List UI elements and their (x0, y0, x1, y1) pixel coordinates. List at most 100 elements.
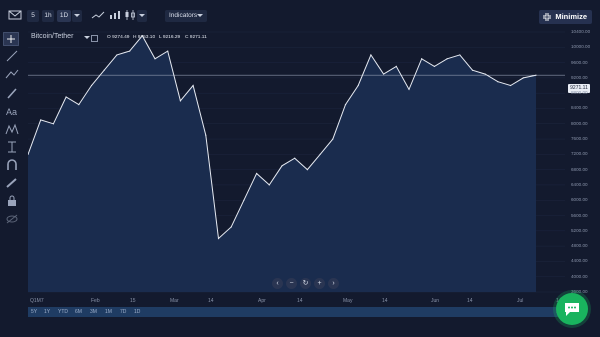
y-tick-label: 4400.00 (571, 258, 588, 264)
brush-icon[interactable] (5, 87, 19, 99)
data-point (421, 58, 423, 60)
data-point (383, 73, 385, 75)
zoom-out-button[interactable]: − (286, 278, 297, 289)
data-point (484, 73, 486, 75)
data-point (306, 169, 308, 171)
data-point (40, 119, 42, 121)
range-6m[interactable]: 6M (75, 308, 82, 316)
pattern-tool-icon[interactable] (5, 123, 19, 135)
range-ytd[interactable]: YTD (58, 308, 68, 316)
data-point (433, 65, 435, 68)
zoom-in-button[interactable]: + (314, 278, 325, 289)
indicators-label: Indicators (169, 12, 198, 19)
pencil-icon[interactable] (5, 177, 19, 189)
data-point (205, 134, 207, 136)
data-point (65, 96, 67, 98)
x-tick-label: Q1M7 (30, 298, 44, 304)
measure-tool-icon[interactable] (5, 141, 19, 153)
x-tick-label: Apr (258, 298, 266, 304)
y-tick-label: 8800.00 (571, 90, 588, 96)
y-tick-label: 5200.00 (571, 227, 588, 233)
data-point (167, 50, 169, 52)
interval-dropdown[interactable] (72, 10, 82, 22)
data-point (230, 226, 232, 228)
drawing-tools-sidebar: Aa (0, 30, 24, 330)
data-point (522, 77, 524, 79)
data-point (294, 157, 296, 159)
interval-5[interactable]: 5 (27, 10, 39, 22)
data-point (510, 84, 512, 87)
y-tick-label: 10000.00 (571, 44, 591, 50)
x-tick-label: 14 (382, 298, 388, 304)
y-tick-label: 6000.00 (571, 197, 588, 203)
hide-drawings-icon[interactable] (5, 213, 19, 225)
data-point (52, 123, 54, 125)
interval-1d[interactable]: 1D (57, 10, 71, 22)
chat-button[interactable] (556, 293, 588, 325)
data-point (281, 165, 283, 167)
chart-type-dropdown[interactable] (137, 10, 147, 22)
data-point (243, 199, 245, 201)
data-point (471, 69, 474, 71)
y-tick-label: 10400.00 (571, 29, 591, 34)
range-1m[interactable]: 1M (105, 308, 112, 316)
mail-icon[interactable] (8, 10, 22, 20)
chat-bubble-icon (565, 303, 579, 316)
line-chart-type-icon[interactable] (91, 10, 105, 20)
chevron-down-icon (197, 14, 203, 17)
data-point (395, 65, 397, 68)
bar-chart-type-icon[interactable] (108, 10, 122, 20)
x-tick-label: Jul (517, 298, 524, 304)
data-point (78, 104, 80, 106)
interval-1h[interactable]: 1h (42, 10, 54, 22)
x-tick-label: May (343, 298, 353, 304)
range-5y[interactable]: 5Y (31, 308, 37, 316)
x-tick-label: 14 (467, 298, 473, 304)
candlestick-type-icon[interactable] (123, 10, 137, 20)
text-tool-icon[interactable]: Aa (5, 105, 19, 117)
y-tick-label: 6800.00 (571, 166, 588, 172)
data-point (446, 58, 448, 60)
lock-icon[interactable] (5, 195, 19, 207)
x-tick-label: 14 (208, 298, 214, 304)
minimize-button[interactable]: Minimize (539, 10, 592, 24)
data-point (90, 84, 93, 87)
trend-line-icon[interactable] (5, 50, 19, 62)
y-tick-label: 9600.00 (571, 59, 588, 65)
scroll-right-button[interactable]: › (328, 278, 339, 289)
y-tick-label: 7600.00 (571, 136, 588, 142)
x-tick-label: Jun (431, 298, 440, 304)
y-tick-label: 9200.00 (571, 74, 588, 80)
indicators-button[interactable]: Indicators (165, 10, 207, 22)
data-point (497, 81, 499, 83)
range-3m[interactable]: 3M (90, 308, 97, 316)
data-point (268, 184, 270, 186)
data-point (129, 50, 131, 52)
y-tick-label: 4800.00 (571, 243, 588, 249)
range-1d[interactable]: 1D (134, 308, 140, 316)
data-point (408, 88, 410, 90)
data-point (357, 84, 359, 87)
y-tick-label: 7200.00 (571, 151, 588, 157)
data-point (141, 35, 143, 37)
data-point (179, 100, 181, 102)
y-tick-label: 8000.00 (571, 120, 588, 126)
data-point (535, 74, 537, 76)
price-area (28, 35, 536, 293)
range-1y[interactable]: 1Y (44, 308, 50, 316)
chevron-down-icon (139, 14, 145, 17)
data-point (103, 69, 105, 71)
data-point (459, 54, 461, 56)
magnet-icon[interactable] (5, 159, 19, 171)
data-point (332, 138, 334, 140)
crosshair-icon[interactable] (3, 32, 19, 46)
fib-tool-icon[interactable] (5, 68, 19, 80)
price-chart[interactable] (28, 30, 565, 296)
minimize-label: Minimize (555, 12, 587, 21)
reset-button[interactable]: ↻ (300, 278, 311, 289)
svg-text:Aa: Aa (6, 107, 17, 117)
range-7d[interactable]: 7D (120, 308, 126, 316)
scroll-left-button[interactable]: ‹ (272, 278, 283, 289)
y-tick-label: 8400.00 (571, 105, 588, 111)
collapse-icon (543, 13, 552, 21)
